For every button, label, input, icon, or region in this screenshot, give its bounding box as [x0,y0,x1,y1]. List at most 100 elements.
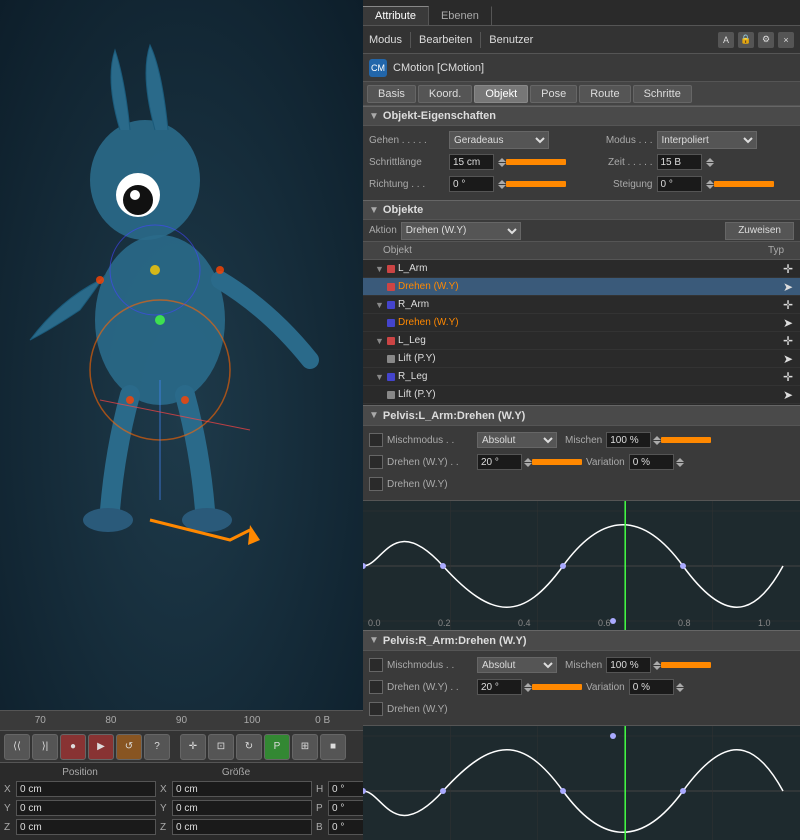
mischmodus-r-check[interactable] [369,658,383,672]
record-button[interactable]: ● [60,734,86,760]
variation-r-up[interactable] [676,683,684,687]
expand-l-leg[interactable]: ▼ [375,336,387,346]
list-item[interactable]: Drehen (W.Y) ➤ [363,314,800,332]
pelvis-r-arm-header[interactable]: ▼ Pelvis:R_Arm:Drehen (W.Y) [363,631,800,651]
tab-koord[interactable]: Koord. [418,85,472,103]
drehen-l-check1[interactable] [369,455,383,469]
list-item[interactable]: ▼ R_Arm ✛ [363,296,800,314]
tab-attribute[interactable]: Attribute [363,6,429,25]
zeit-input[interactable] [657,154,702,170]
zeit-up[interactable] [706,158,714,162]
schrittlaenge-slider[interactable] [506,159,566,165]
mischen-l-input[interactable] [606,432,651,448]
grid-tool[interactable]: ⊞ [292,734,318,760]
mischen-l-slider[interactable] [661,437,711,443]
variation-r-input[interactable] [629,679,674,695]
scale-tool[interactable]: ⊡ [208,734,234,760]
mischmodus-l-select[interactable]: Absolut [477,432,557,448]
toolbar-icon-3[interactable]: ⚙ [758,32,774,48]
rotate-tool[interactable]: ↻ [236,734,262,760]
drehen-r-input1[interactable] [477,679,522,695]
drehen-l-slider1[interactable] [532,459,582,465]
steigung-slider[interactable] [714,181,774,187]
list-item[interactable]: ▼ L_Leg ✛ [363,332,800,350]
gehen-select[interactable]: Geradeaus [449,131,549,149]
drehen-l-down1[interactable] [524,463,532,467]
mischmodus-l-check[interactable] [369,433,383,447]
rewind-button[interactable]: ⟨⟨ [4,734,30,760]
toolbar-benutzer[interactable]: Benutzer [489,34,533,46]
drehen-l-up1[interactable] [524,458,532,462]
toolbar-icon-4[interactable]: × [778,32,794,48]
size-x-input[interactable] [172,781,312,797]
list-item[interactable]: Lift (P.Y) ➤ [363,386,800,404]
schritt-down[interactable] [498,163,506,167]
loop-button[interactable]: ↺ [116,734,142,760]
right-scroll[interactable]: ▼ Objekt-Eigenschaften Gehen . . . . . G… [363,106,800,840]
mischen-l-down[interactable] [653,441,661,445]
pos-y-input[interactable] [16,800,156,816]
richtung-input[interactable] [449,176,494,192]
tab-pose[interactable]: Pose [530,85,577,103]
toolbar-bearbeiten[interactable]: Bearbeiten [419,34,472,46]
zuweisen-button[interactable]: Zuweisen [725,222,794,240]
drehen-l-check2[interactable] [369,477,383,491]
list-item[interactable]: ▼ L_Arm ✛ [363,260,800,278]
graph-r-arm[interactable]: 0.0 0.2 0.4 0.6 0.8 1.0 [363,725,800,840]
drehen-r-slider1[interactable] [532,684,582,690]
angle-p-input[interactable] [328,800,363,816]
mischen-r-up[interactable] [653,661,661,665]
mischen-r-input[interactable] [606,657,651,673]
schrittlaenge-input[interactable] [449,154,494,170]
expand-r-arm[interactable]: ▼ [375,300,387,310]
modus-select[interactable]: Interpoliert [657,131,757,149]
point-tool[interactable]: P [264,734,290,760]
expand-r-leg[interactable]: ▼ [375,372,387,382]
pelvis-l-arm-header[interactable]: ▼ Pelvis:L_Arm:Drehen (W.Y) [363,406,800,426]
tab-route[interactable]: Route [579,85,630,103]
play-button[interactable]: ▶ [88,734,114,760]
expand-l-arm[interactable]: ▼ [375,264,387,274]
mischen-r-down[interactable] [653,666,661,670]
move-tool[interactable]: ✛ [180,734,206,760]
steigung-up[interactable] [706,180,714,184]
mischen-l-up[interactable] [653,436,661,440]
drehen-r-down1[interactable] [524,688,532,692]
toolbar-icon-1[interactable]: A [718,32,734,48]
step-forward-button[interactable]: ⟩| [32,734,58,760]
list-item[interactable]: ▼ R_Leg ✛ [363,368,800,386]
schritt-up[interactable] [498,158,506,162]
size-z-input[interactable] [172,819,312,835]
variation-r-down[interactable] [676,688,684,692]
graph-l-arm[interactable]: 0.0 0.2 0.4 0.6 0.8 1.0 [363,500,800,630]
help-button[interactable]: ? [144,734,170,760]
drehen-r-up1[interactable] [524,683,532,687]
angle-h-input[interactable] [328,781,363,797]
tab-schritte[interactable]: Schritte [633,85,692,103]
tab-objekt[interactable]: Objekt [474,85,528,103]
angle-b-input[interactable] [328,819,363,835]
steigung-down[interactable] [706,185,714,189]
render-tool[interactable]: ■ [320,734,346,760]
toolbar-icon-2[interactable]: 🔒 [738,32,754,48]
mischmodus-r-select[interactable]: Absolut [477,657,557,673]
pos-x-input[interactable] [16,781,156,797]
size-y-input[interactable] [172,800,312,816]
drehen-r-check1[interactable] [369,680,383,694]
drehen-r-check2[interactable] [369,702,383,716]
pos-z-input[interactable] [16,819,156,835]
variation-l-down[interactable] [676,463,684,467]
list-item[interactable]: Lift (P.Y) ➤ [363,350,800,368]
richtung-up[interactable] [498,180,506,184]
tab-ebenen[interactable]: Ebenen [429,6,492,25]
richtung-down[interactable] [498,185,506,189]
tab-basis[interactable]: Basis [367,85,416,103]
richtung-slider[interactable] [506,181,566,187]
drehen-l-input1[interactable] [477,454,522,470]
variation-l-up[interactable] [676,458,684,462]
zeit-down[interactable] [706,163,714,167]
toolbar-modus[interactable]: Modus [369,34,402,46]
steigung-input[interactable] [657,176,702,192]
mischen-r-slider[interactable] [661,662,711,668]
aktion-select[interactable]: Drehen (W.Y) [401,222,521,240]
